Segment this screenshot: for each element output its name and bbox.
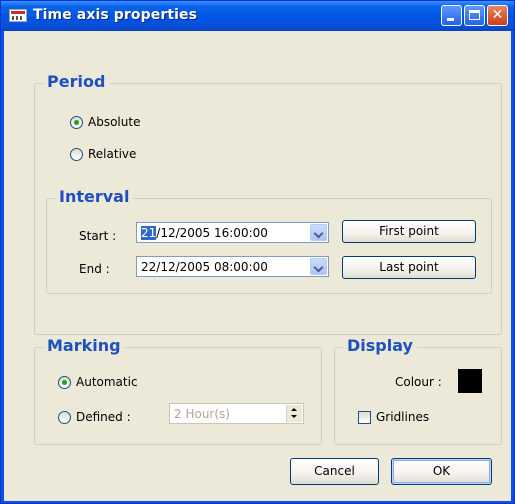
first-point-button[interactable]: First point — [342, 220, 476, 243]
interval-group: Interval — [46, 187, 492, 294]
defined-interval-spinner[interactable]: 2 Hour(s) — [169, 403, 304, 424]
spin-up-icon[interactable] — [291, 408, 297, 411]
window-title: Time axis properties — [33, 7, 198, 23]
colour-label: Colour : — [395, 375, 442, 389]
maximize-button[interactable] — [464, 5, 485, 26]
title-bar[interactable]: Time axis properties ✕ — [1, 1, 514, 31]
automatic-label[interactable]: Automatic — [76, 375, 138, 389]
defined-interval-value: 2 Hour(s) — [174, 407, 230, 421]
end-label: End : — [79, 262, 110, 276]
gridlines-checkbox[interactable] — [358, 411, 371, 424]
end-dropdown-button[interactable] — [310, 258, 327, 275]
last-point-button[interactable]: Last point — [342, 256, 476, 279]
spin-down-icon[interactable] — [291, 415, 297, 418]
absolute-radio[interactable] — [70, 116, 83, 129]
relative-radio[interactable] — [70, 148, 83, 161]
minimize-button[interactable] — [441, 5, 462, 26]
end-datetime-field[interactable]: 22/12/2005 08:00:00 — [136, 256, 329, 277]
start-dropdown-button[interactable] — [310, 224, 327, 241]
period-legend: Period — [43, 72, 110, 92]
colour-swatch[interactable] — [458, 369, 482, 393]
minimize-icon — [447, 18, 454, 21]
maximize-icon — [469, 10, 480, 20]
interval-legend: Interval — [55, 187, 134, 207]
display-legend: Display — [343, 336, 417, 356]
close-button[interactable]: ✕ — [487, 5, 508, 26]
defined-label[interactable]: Defined : — [76, 410, 131, 424]
ok-button[interactable]: OK — [391, 458, 492, 485]
close-icon: ✕ — [491, 7, 504, 23]
automatic-radio[interactable] — [58, 376, 71, 389]
start-datetime-value: 21/12/2005 16:00:00 — [141, 226, 268, 240]
marking-group: Marking — [34, 336, 322, 445]
defined-radio[interactable] — [58, 411, 71, 424]
gridlines-label[interactable]: Gridlines — [376, 410, 429, 424]
dialog-body: Period Absolute Relative Interval Start … — [4, 31, 511, 501]
cancel-button[interactable]: Cancel — [290, 458, 379, 485]
end-datetime-value: 22/12/2005 08:00:00 — [141, 260, 268, 274]
display-group: Display — [334, 336, 502, 445]
start-label: Start : — [79, 229, 117, 243]
marking-legend: Marking — [43, 336, 125, 356]
dialog-window: Time axis properties ✕ Period Absolute R… — [0, 0, 515, 504]
relative-label[interactable]: Relative — [88, 147, 136, 161]
absolute-label[interactable]: Absolute — [88, 115, 140, 129]
start-datetime-field[interactable]: 21/12/2005 16:00:00 — [136, 222, 329, 243]
calendar-icon — [9, 9, 27, 22]
spinner-arrows[interactable] — [286, 405, 302, 422]
